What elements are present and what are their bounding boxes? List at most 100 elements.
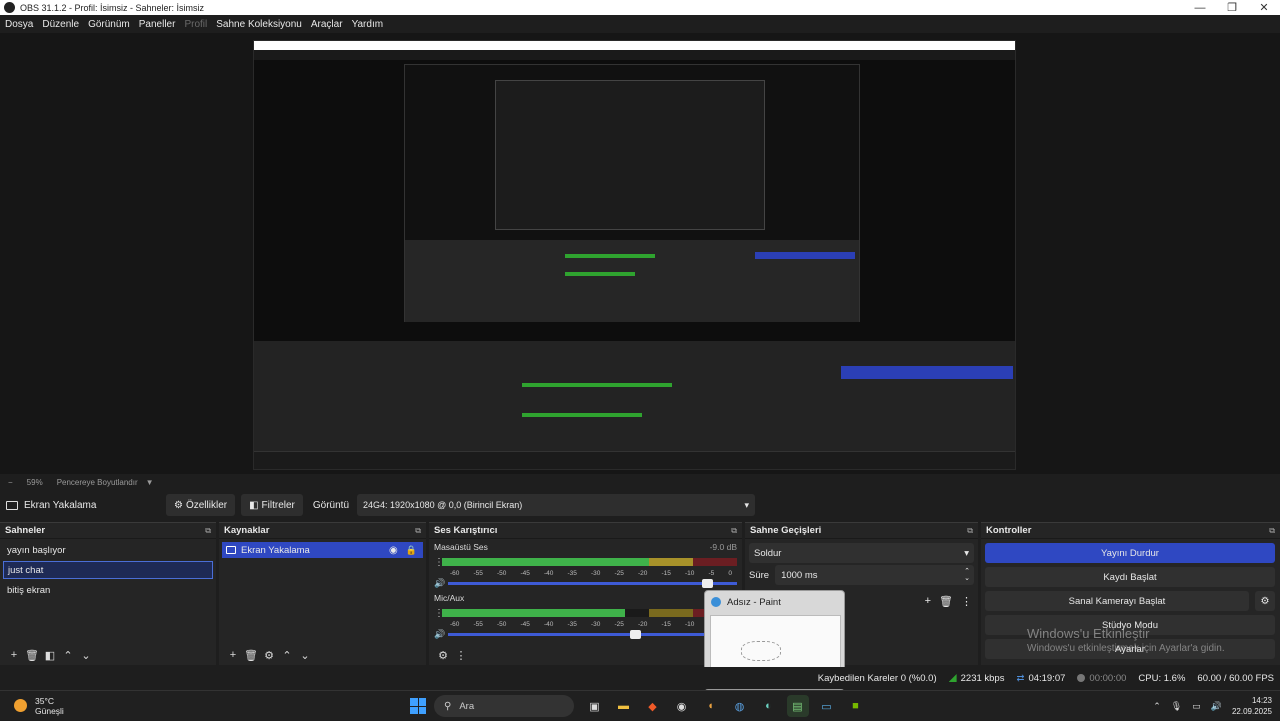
menu-edit[interactable]: Düzenle: [42, 19, 79, 30]
float-dock-icon[interactable]: ⧉: [415, 526, 421, 536]
filters-button[interactable]: ◧ Filtreler: [241, 494, 303, 516]
menu-scene-collection[interactable]: Sahne Koleksiyonu: [216, 19, 302, 30]
menu-help[interactable]: Yardım: [352, 19, 384, 30]
menu-view[interactable]: Görünüm: [88, 19, 130, 30]
add-scene-icon[interactable]: +: [5, 649, 23, 661]
display-icon[interactable]: ▭: [1192, 701, 1201, 712]
weather-widget[interactable]: 35°C Güneşli: [14, 696, 134, 716]
steam-icon[interactable]: ◍: [729, 695, 751, 717]
transition-select[interactable]: Soldur ▾: [749, 543, 974, 563]
move-up-icon[interactable]: ⌃: [278, 649, 296, 662]
add-transition-icon[interactable]: +: [925, 595, 931, 608]
float-dock-icon[interactable]: ⧉: [731, 526, 737, 536]
speaker-icon[interactable]: 🔊: [434, 578, 448, 589]
sources-footer: + 🗑 ⚙ ⌃ ⌄: [219, 645, 426, 665]
channel-menu-icon[interactable]: ⋮: [434, 557, 444, 568]
brave-browser-icon[interactable]: ◆: [642, 695, 664, 717]
move-down-icon[interactable]: ⌄: [77, 649, 95, 662]
dropped-frames: Kaybedilen Kareler 0 (%0.0): [817, 672, 937, 684]
meter-peak-zone: [692, 558, 737, 566]
float-dock-icon[interactable]: ⧉: [967, 526, 973, 536]
minimize-icon[interactable]: —: [1184, 2, 1216, 14]
scene-item[interactable]: yayın başlıyor: [3, 541, 213, 559]
volume-slider-handle[interactable]: [702, 578, 714, 588]
scene-item[interactable]: bitiş ekran: [3, 581, 213, 599]
volume-icon[interactable]: 🔊: [1211, 701, 1222, 712]
float-dock-icon[interactable]: ⧉: [1269, 526, 1275, 536]
close-icon[interactable]: ✕: [1248, 1, 1280, 14]
task-view-icon[interactable]: ▣: [584, 695, 606, 717]
record-time-status: 00:00:00: [1077, 673, 1126, 684]
nested-meter: [522, 413, 642, 417]
meter-tick-label: 0: [728, 570, 732, 577]
menu-docks[interactable]: Paneller: [139, 19, 176, 30]
move-down-icon[interactable]: ⌄: [296, 649, 314, 662]
mixer-menu-icon[interactable]: ⋮: [452, 649, 470, 662]
add-source-icon[interactable]: +: [224, 649, 242, 661]
properties-button[interactable]: ⚙ Özellikler: [166, 494, 236, 516]
weather-text: 35°C Güneşli: [35, 696, 64, 716]
remove-transition-icon[interactable]: 🗑: [939, 595, 953, 608]
display-select[interactable]: 24G4: 1920x1080 @ 0,0 (Birincil Ekran) ▾: [357, 494, 756, 516]
stepper-icon[interactable]: ⌃ ⌄: [964, 568, 970, 582]
menu-bar: Dosya Düzenle Görünüm Paneller Profil Sa…: [0, 15, 1280, 33]
bitrate-value: 2231 kbps: [960, 672, 1005, 684]
advanced-audio-icon[interactable]: ⚙: [434, 649, 452, 662]
nested-preview-inner: [495, 80, 765, 230]
gear-icon[interactable]: ⚙: [1255, 591, 1275, 611]
volume-slider[interactable]: [448, 578, 737, 588]
remote-desktop-icon[interactable]: ▭: [816, 695, 838, 717]
start-virtual-camera-button[interactable]: Sanal Kamerayı Başlat: [985, 591, 1249, 611]
transition-select-value: Soldur: [754, 547, 782, 559]
audio-app-icon[interactable]: ◖: [700, 695, 722, 717]
stop-stream-button[interactable]: Yayını Durdur: [985, 543, 1275, 563]
volume-slider-handle[interactable]: [629, 629, 641, 639]
meter-tick-label: -55: [473, 621, 483, 628]
zoom-dropdown-icon[interactable]: ▼: [146, 478, 154, 487]
taskbar-search[interactable]: ⚲ Ara: [434, 695, 574, 717]
fit-to-window-button[interactable]: Pencereye Boyutlandır: [57, 478, 138, 487]
remove-scene-icon[interactable]: 🗑: [23, 649, 41, 662]
nvidia-icon[interactable]: ■: [845, 695, 867, 717]
start-recording-button[interactable]: Kaydı Başlat: [985, 567, 1275, 587]
channel-header: Masaüstü Ses -9.0 dB: [434, 542, 737, 552]
zoom-out-button[interactable]: −: [8, 478, 13, 487]
windows-start-icon[interactable]: [410, 698, 426, 714]
meter-tick-label: -10: [685, 570, 695, 577]
menu-tools[interactable]: Araçlar: [311, 19, 343, 30]
visibility-eye-icon[interactable]: ◉: [389, 545, 398, 556]
speaker-icon[interactable]: 🔊: [434, 629, 448, 640]
scene-item-active[interactable]: just chat: [3, 561, 213, 579]
remove-source-icon[interactable]: 🗑: [242, 649, 260, 662]
float-dock-icon[interactable]: ⧉: [205, 526, 211, 536]
channel-db: -9.0 dB: [709, 542, 737, 552]
menu-profile[interactable]: Profil: [184, 19, 207, 30]
source-properties-icon[interactable]: ⚙: [260, 649, 278, 662]
scenes-dock-title: Sahneler: [5, 525, 46, 536]
file-explorer-icon[interactable]: ▬: [613, 695, 635, 717]
volume-slider[interactable]: [448, 629, 737, 639]
nested-docks: [405, 240, 859, 322]
meter-tick-label: -60: [450, 621, 460, 628]
duration-input[interactable]: 1000 ms ⌃ ⌄: [775, 565, 974, 585]
signal-icon: [948, 674, 957, 682]
program-preview[interactable]: [253, 40, 1016, 470]
source-item[interactable]: Ekran Yakalama ◉ 🔒: [222, 542, 423, 558]
channel-menu-icon[interactable]: ⋮: [434, 608, 444, 619]
zoom-bar: − 59% Pencereye Boyutlandır ▼: [0, 474, 1280, 490]
bitrate-status: 2231 kbps: [948, 672, 1005, 684]
obs-app-icon[interactable]: ◉: [671, 695, 693, 717]
microphone-icon[interactable]: 🎙: [1171, 701, 1182, 712]
move-up-icon[interactable]: ⌃: [59, 649, 77, 662]
maximize-icon[interactable]: ❐: [1216, 1, 1248, 14]
lock-icon[interactable]: 🔒: [406, 545, 417, 556]
meter-tick-label: -10: [685, 621, 695, 628]
terminal-app-icon[interactable]: ▤: [786, 695, 809, 717]
scene-filters-icon[interactable]: ◧: [41, 649, 59, 662]
volume-row: 🔊: [434, 629, 737, 639]
browser-app-icon[interactable]: ◐: [758, 695, 780, 717]
menu-file[interactable]: Dosya: [5, 19, 33, 30]
tray-chevron-icon[interactable]: ⌃: [1153, 701, 1161, 712]
taskbar-clock[interactable]: 14:23 22.09.2025: [1232, 695, 1272, 717]
transition-menu-icon[interactable]: ⋮: [961, 595, 972, 608]
